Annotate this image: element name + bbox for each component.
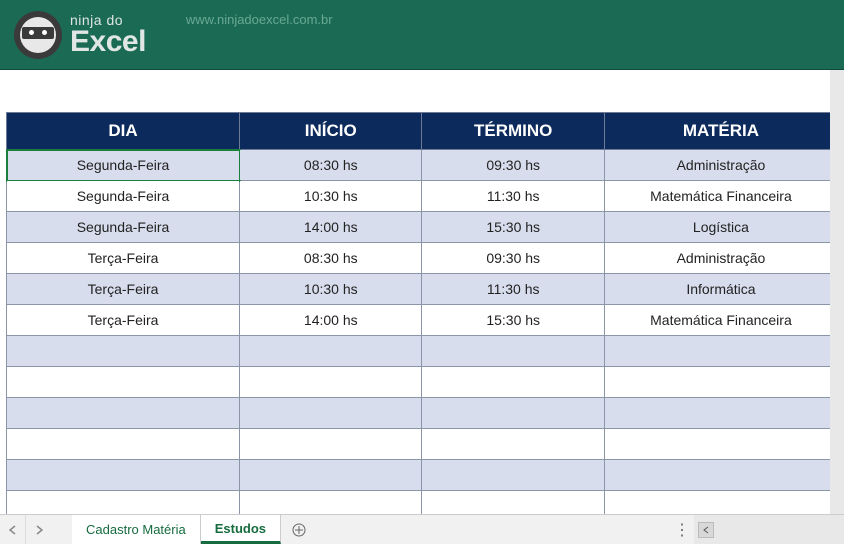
table-row: Terça-Feira10:30 hs11:30 hsInformática (7, 274, 838, 305)
empty-cell[interactable] (604, 460, 837, 491)
cell-inicio[interactable]: 14:00 hs (240, 305, 422, 336)
sheet-tab-bar: Cadastro Matéria Estudos ⋮ (0, 514, 844, 544)
table-row-empty (7, 367, 838, 398)
sheet-tab-estudos[interactable]: Estudos (201, 515, 281, 544)
cell-termino[interactable]: 15:30 hs (422, 212, 604, 243)
table-row: Segunda-Feira08:30 hs09:30 hsAdministraç… (7, 150, 838, 181)
cell-termino[interactable]: 09:30 hs (422, 243, 604, 274)
empty-cell[interactable] (604, 398, 837, 429)
schedule-table[interactable]: DIA INÍCIO TÉRMINO MATÉRIA Segunda-Feira… (6, 112, 838, 522)
cell-termino[interactable]: 11:30 hs (422, 181, 604, 212)
table-row: Segunda-Feira10:30 hs11:30 hsMatemática … (7, 181, 838, 212)
spreadsheet-content: DIA INÍCIO TÉRMINO MATÉRIA Segunda-Feira… (0, 70, 844, 522)
cell-dia[interactable]: Terça-Feira (7, 274, 240, 305)
cell-dia[interactable]: Terça-Feira (7, 305, 240, 336)
empty-cell[interactable] (240, 367, 422, 398)
empty-cell[interactable] (7, 460, 240, 491)
header-inicio[interactable]: INÍCIO (240, 113, 422, 150)
empty-cell[interactable] (604, 367, 837, 398)
cell-dia[interactable]: Segunda-Feira (7, 181, 240, 212)
header-url: www.ninjadoexcel.com.br (186, 12, 333, 27)
tab-nav-next[interactable] (26, 515, 52, 544)
horizontal-scrollbar[interactable] (694, 515, 844, 544)
empty-cell[interactable] (422, 460, 604, 491)
empty-cell[interactable] (422, 398, 604, 429)
cell-inicio[interactable]: 08:30 hs (240, 243, 422, 274)
empty-cell[interactable] (240, 429, 422, 460)
cell-dia[interactable]: Terça-Feira (7, 243, 240, 274)
cell-materia[interactable]: Matemática Financeira (604, 181, 837, 212)
table-row: Segunda-Feira14:00 hs15:30 hsLogística (7, 212, 838, 243)
cell-inicio[interactable]: 14:00 hs (240, 212, 422, 243)
tab-menu-dots[interactable]: ⋮ (670, 515, 694, 544)
empty-cell[interactable] (422, 336, 604, 367)
empty-cell[interactable] (7, 429, 240, 460)
cell-materia[interactable]: Administração (604, 150, 837, 181)
cell-inicio[interactable]: 10:30 hs (240, 181, 422, 212)
table-row: Terça-Feira14:00 hs15:30 hsMatemática Fi… (7, 305, 838, 336)
header-band: ninja do Excel www.ninjadoexcel.com.br (0, 0, 844, 70)
empty-cell[interactable] (7, 398, 240, 429)
table-row: Terça-Feira08:30 hs09:30 hsAdministração (7, 243, 838, 274)
table-row-empty (7, 460, 838, 491)
cell-dia[interactable]: Segunda-Feira (7, 150, 240, 181)
cell-materia[interactable]: Informática (604, 274, 837, 305)
empty-cell[interactable] (7, 336, 240, 367)
cell-termino[interactable]: 09:30 hs (422, 150, 604, 181)
cell-dia[interactable]: Segunda-Feira (7, 212, 240, 243)
cell-materia[interactable]: Logística (604, 212, 837, 243)
empty-cell[interactable] (422, 367, 604, 398)
table-header-row: DIA INÍCIO TÉRMINO MATÉRIA (7, 113, 838, 150)
header-materia[interactable]: MATÉRIA (604, 113, 837, 150)
add-sheet-button[interactable] (281, 515, 317, 544)
empty-cell[interactable] (604, 429, 837, 460)
tab-nav-prev[interactable] (0, 515, 26, 544)
logo-text: ninja do Excel (70, 13, 146, 57)
empty-cell[interactable] (240, 398, 422, 429)
sheet-tab-cadastro[interactable]: Cadastro Matéria (72, 515, 201, 544)
empty-cell[interactable] (422, 429, 604, 460)
cell-materia[interactable]: Matemática Financeira (604, 305, 837, 336)
empty-cell[interactable] (240, 336, 422, 367)
empty-cell[interactable] (240, 460, 422, 491)
cell-materia[interactable]: Administração (604, 243, 837, 274)
empty-cell[interactable] (604, 336, 837, 367)
cell-termino[interactable]: 11:30 hs (422, 274, 604, 305)
ninja-logo-icon (14, 11, 62, 59)
table-row-empty (7, 336, 838, 367)
logo-bottom-line: Excel (70, 27, 146, 57)
header-termino[interactable]: TÉRMINO (422, 113, 604, 150)
table-row-empty (7, 429, 838, 460)
table-row-empty (7, 398, 838, 429)
header-dia[interactable]: DIA (7, 113, 240, 150)
cell-inicio[interactable]: 10:30 hs (240, 274, 422, 305)
vertical-scrollbar[interactable] (830, 70, 844, 514)
cell-termino[interactable]: 15:30 hs (422, 305, 604, 336)
cell-inicio[interactable]: 08:30 hs (240, 150, 422, 181)
h-scroll-left-button[interactable] (698, 522, 714, 538)
empty-cell[interactable] (7, 367, 240, 398)
